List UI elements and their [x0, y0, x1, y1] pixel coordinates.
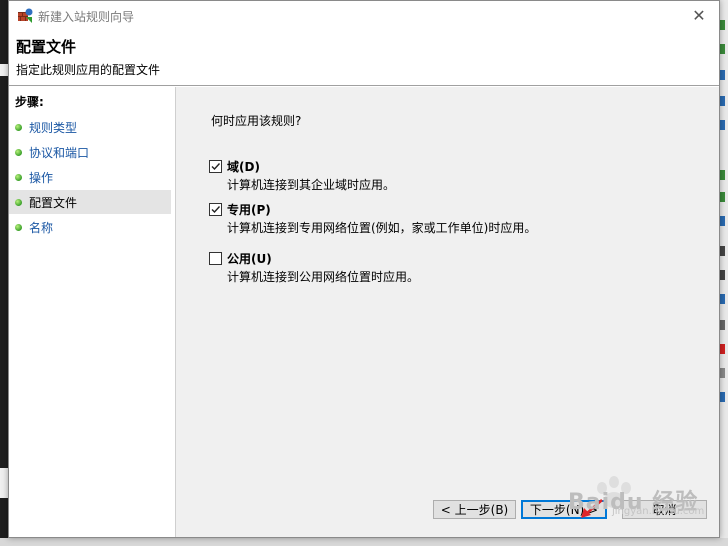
back-button[interactable]: < 上一步(B) [433, 500, 516, 519]
private-label[interactable]: 专用(P) [227, 201, 271, 218]
page-title: 配置文件 [16, 38, 77, 56]
step-label: 协议和端口 [29, 146, 90, 160]
step-status-icon [15, 199, 22, 206]
step-action[interactable]: 操作 [9, 165, 171, 189]
question-label: 何时应用该规则? [211, 114, 302, 128]
check-icon [211, 163, 221, 171]
step-name[interactable]: 名称 [9, 215, 171, 239]
private-description: 计算机连接到专用网络位置(例如，家或工作单位)时应用。 [227, 221, 537, 235]
step-label: 名称 [29, 221, 54, 235]
domain-label[interactable]: 域(D) [227, 158, 260, 175]
domain-description: 计算机连接到其企业域时应用。 [227, 178, 396, 192]
steps-panel: 步骤: 规则类型 协议和端口 操作 配置文件 名称 [9, 87, 175, 537]
title-bar[interactable]: 新建入站规则向导 ✕ [9, 1, 719, 31]
page-header: 配置文件 指定此规则应用的配置文件 [9, 31, 719, 84]
domain-checkbox[interactable] [209, 160, 222, 173]
header-divider [9, 85, 719, 86]
private-checkbox[interactable] [209, 203, 222, 216]
page-subtitle: 指定此规则应用的配置文件 [16, 63, 161, 77]
window-title: 新建入站规则向导 [38, 10, 135, 24]
wizard-window: 新建入站规则向导 ✕ 配置文件 指定此规则应用的配置文件 步骤: 规则类型 协议… [8, 0, 720, 538]
steps-heading: 步骤: [15, 95, 44, 109]
close-button[interactable]: ✕ [679, 1, 719, 31]
step-protocol-ports[interactable]: 协议和端口 [9, 140, 171, 164]
step-rule-type[interactable]: 规则类型 [9, 115, 171, 139]
step-profile[interactable]: 配置文件 [9, 190, 171, 214]
step-label: 操作 [29, 171, 54, 185]
step-status-icon [15, 124, 22, 131]
step-status-icon [15, 224, 22, 231]
public-label[interactable]: 公用(U) [227, 250, 272, 267]
step-label: 规则类型 [29, 121, 78, 135]
check-icon [211, 206, 221, 214]
watermark-subtext: jingyan.baidu.com [612, 506, 705, 517]
firewall-app-icon [17, 7, 33, 23]
step-status-icon [15, 174, 22, 181]
public-description: 计算机连接到公用网络位置时应用。 [227, 270, 420, 284]
step-label: 配置文件 [29, 196, 78, 210]
background-bottom-strip [0, 538, 728, 546]
step-status-icon [15, 149, 22, 156]
public-checkbox[interactable] [209, 252, 222, 265]
